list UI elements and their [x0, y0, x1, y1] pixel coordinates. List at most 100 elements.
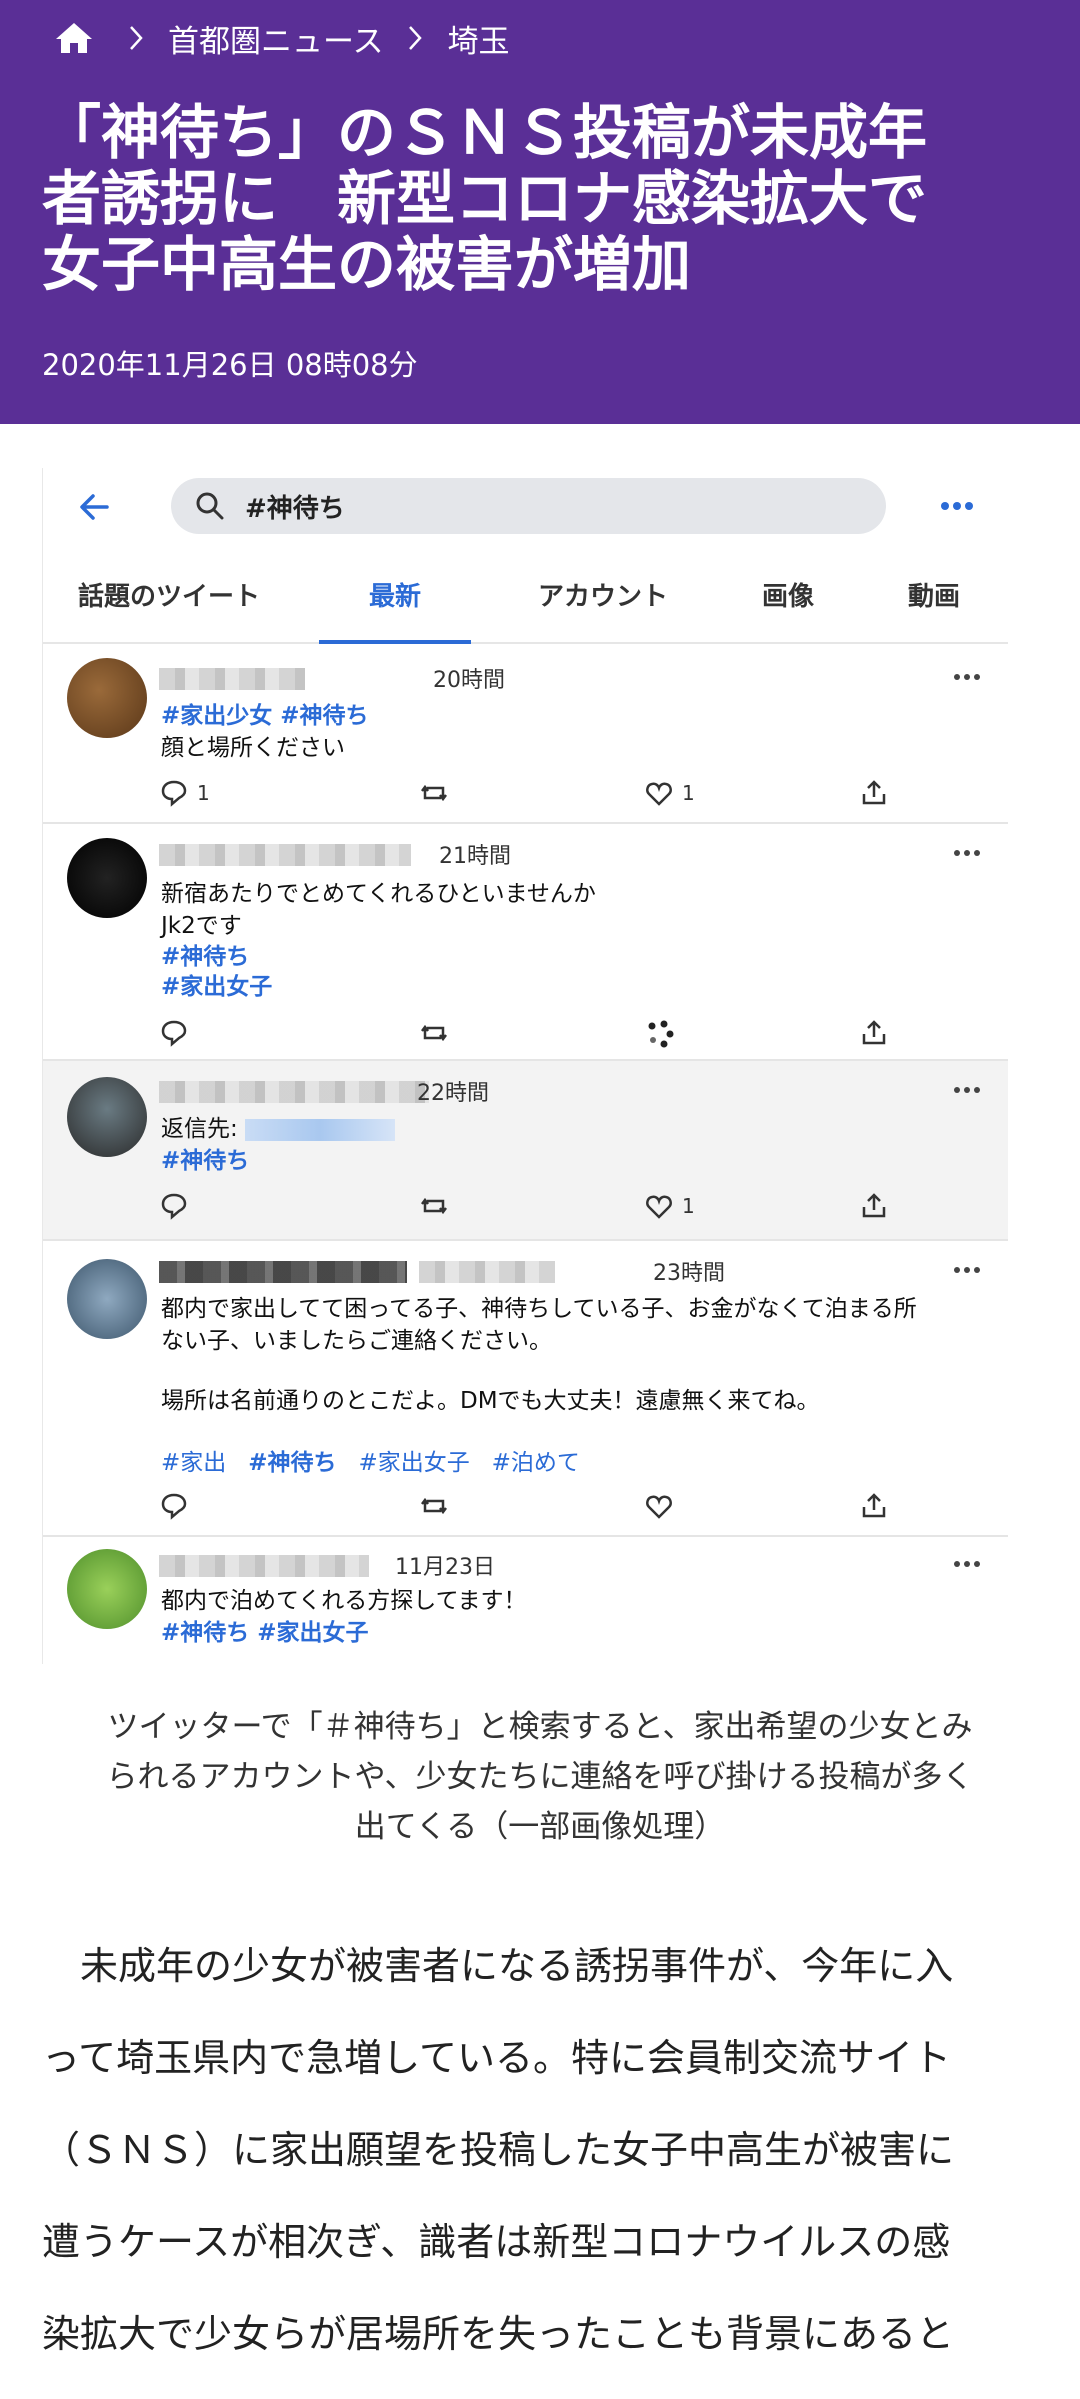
breadcrumb-link-shutoken[interactable]: 首都圏ニュース: [168, 16, 383, 61]
share-action: [859, 1189, 897, 1223]
more-icon: [941, 502, 973, 510]
reply-action: 1: [159, 776, 210, 810]
like-action: 1: [644, 1189, 695, 1223]
retweet-action: [419, 1016, 457, 1050]
share-icon: [862, 1193, 886, 1218]
publish-date: 2020年11月26日 08時08分: [42, 348, 418, 382]
tweet-time: 22時間: [417, 1081, 489, 1106]
search-icon: [196, 492, 224, 520]
avatar: [67, 1549, 147, 1629]
reply-icon: [161, 1493, 187, 1520]
chevron-right-icon: [130, 26, 143, 50]
twitter-topbar: #神待ち: [43, 468, 1008, 564]
hashtag: #泊めて: [491, 1450, 580, 1476]
twitter-tabs: 話題のツイート 最新 アカウント 画像 動画: [43, 568, 1008, 644]
like-icon: [646, 1195, 672, 1219]
avatar: [67, 1259, 147, 1339]
tweet-text: #神待ち #家出女子: [161, 1620, 369, 1646]
tweet-time: 21時間: [439, 844, 511, 869]
retweet-action: [419, 1189, 457, 1223]
avatar: [67, 838, 147, 918]
breadcrumb-link-saitama[interactable]: 埼玉: [447, 16, 509, 61]
like-loading-icon: [648, 1020, 674, 1048]
caption-line: ツイッターで「＃神待ち」と検索すると、家出希望の少女とみ: [107, 1709, 973, 1745]
tab-accounts: アカウント: [537, 582, 668, 612]
tweet: 21時間 新宿あたりでとめてくれるひといませんか Jk2です #神待ち #家出女…: [43, 824, 1008, 1061]
tweet-text: 新宿あたりでとめてくれるひといませんか: [161, 881, 596, 907]
article-image: #神待ち 話題のツイート 最新 アカウント 画像 動画 20時間 #家出少女 #…: [42, 468, 1008, 1664]
share-action: [859, 1489, 897, 1523]
caption-line: られるアカウントや、少女たちに連絡を呼び掛ける投稿が多く: [106, 1759, 974, 1795]
like-action: [644, 1489, 682, 1523]
hashtag: #神待ち: [248, 1450, 337, 1476]
tweet-text: ない子、いましたらご連絡ください。: [161, 1328, 552, 1354]
tweet-actions: [159, 1489, 939, 1523]
hashtag: #家出女子: [358, 1450, 470, 1476]
more-icon: [954, 1267, 980, 1273]
tweet-time: 23時間: [653, 1261, 725, 1286]
chevron-right-icon: [409, 26, 423, 50]
body-line: って埼玉県内で急増している。特に会員制交流サイト: [42, 2036, 951, 2080]
blurred-username: [159, 1081, 429, 1103]
more-icon: [954, 850, 980, 856]
reply-icon: [161, 1193, 187, 1220]
retweet-icon: [421, 1497, 447, 1515]
tweet-actions: [159, 1016, 939, 1050]
retweet-action: [419, 776, 457, 810]
blurred-username: [159, 668, 305, 690]
tweet: 22時間 返信先: #神待ち 1: [43, 1061, 1008, 1241]
like-action: 1: [644, 776, 695, 810]
share-icon: [862, 1020, 886, 1045]
like-count: 1: [682, 781, 695, 805]
reply-icon: [161, 1020, 187, 1047]
like-action: [644, 1016, 682, 1050]
tab-videos: 動画: [907, 582, 960, 612]
tweet-text: 都内で泊めてくれる方探してます！: [161, 1588, 527, 1614]
tab-images: 画像: [761, 582, 814, 612]
tweet-text: #家出女子: [161, 974, 273, 1000]
body-line: 染拡大で少女らが居場所を失ったことも背景にあると: [42, 2312, 955, 2356]
blurred-username: [159, 844, 411, 866]
reply-icon: [161, 780, 187, 807]
tab-top-tweets: 話題のツイート: [77, 582, 260, 612]
tweet-text: 都内で家出してて困ってる子、神待ちしている子、お金がなくて泊まる所: [161, 1296, 917, 1322]
body-line: 遭うケースが相次ぎ、識者は新型コロナウイルスの感: [42, 2220, 951, 2264]
tweet-reply-to: 返信先:: [161, 1109, 396, 1143]
headline-line: 女子中高生の被害が増加: [42, 230, 692, 299]
body-line: （ＳＮＳ）に家出願望を投稿した女子中高生が被害に: [42, 2128, 955, 2172]
tweet-text: 場所は名前通りのとこだよ。DMでも大丈夫！遠慮無く来てね。: [161, 1388, 820, 1414]
tweet-text: #神待ち: [161, 944, 250, 970]
image-caption: ツイッターで「＃神待ち」と検索すると、家出希望の少女とみ られるアカウントや、少…: [40, 1702, 1040, 1852]
tweet-text: 顔と場所ください: [161, 735, 345, 761]
tweet-text: #神待ち: [161, 1148, 250, 1174]
reply-action: [159, 1489, 197, 1523]
like-icon: [646, 1495, 672, 1519]
reply-to-label: 返信先:: [161, 1116, 238, 1142]
search-box: #神待ち: [171, 478, 886, 534]
blurred-username: [159, 1261, 407, 1283]
reply-count: 1: [197, 781, 210, 805]
tweet-text: Jk2です: [161, 913, 242, 939]
tweet-hashtags: #家出 #神待ち #家出女子 #泊めて: [161, 1443, 580, 1477]
like-icon: [646, 782, 672, 806]
home-icon[interactable]: [54, 21, 94, 55]
tab-latest: 最新: [319, 568, 471, 644]
article-header: 首都圏ニュース 埼玉 「神待ち」のＳＮＳ投稿が未成年 者誘拐に 新型コロナ感染拡…: [0, 0, 1080, 424]
share-icon: [862, 780, 886, 805]
headline: 「神待ち」のＳＮＳ投稿が未成年 者誘拐に 新型コロナ感染拡大で 女子中高生の被害…: [42, 100, 1052, 298]
blurred-reply-target: [245, 1118, 396, 1141]
like-count: 1: [682, 1194, 695, 1218]
search-query: #神待ち: [245, 493, 345, 524]
body-line: 未成年の少女が被害者になる誘拐事件が、今年に入: [42, 1944, 954, 1988]
share-action: [859, 1016, 897, 1050]
tweet-actions: 1: [159, 1189, 939, 1223]
caption-line: 出てくる（一部画像処理）: [354, 1809, 726, 1845]
more-icon: [954, 674, 980, 680]
retweet-icon: [421, 1197, 447, 1215]
headline-line: 「神待ち」のＳＮＳ投稿が未成年: [42, 98, 928, 167]
headline-line: 者誘拐に 新型コロナ感染拡大で: [42, 164, 928, 233]
share-action: [859, 776, 897, 810]
tweet: 11月23日 都内で泊めてくれる方探してます！ #神待ち #家出女子: [43, 1537, 1008, 1664]
blurred-username: [159, 1555, 369, 1577]
reply-action: [159, 1016, 197, 1050]
